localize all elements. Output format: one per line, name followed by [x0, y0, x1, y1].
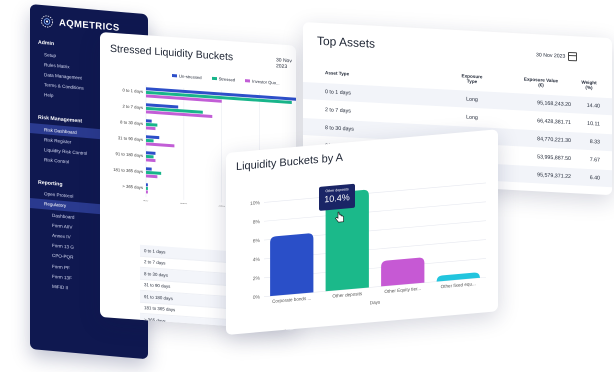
- bar-stressed[interactable]: [146, 122, 158, 127]
- y-tick-label: 4%: [253, 257, 261, 264]
- category-label: 31 to 90 days: [118, 135, 143, 142]
- cell-exposure-type: Long: [466, 114, 478, 121]
- y-tick-label: 10%: [250, 200, 261, 207]
- x-tick-label: 20%: [180, 202, 188, 208]
- category-label: 8 to 30 days: [120, 119, 143, 126]
- bar-investor[interactable]: [146, 126, 156, 131]
- row-label: 8 to 30 days: [144, 270, 168, 278]
- category-label: > 365 days: [122, 184, 143, 190]
- cell-weight: 10.11: [587, 120, 600, 128]
- top-assets-date-text: 30 Nov 2023: [536, 51, 566, 60]
- bar-stressed[interactable]: [146, 138, 154, 143]
- category-label: 181 to 365 days: [113, 167, 143, 174]
- x-category-label: Other Equity tier...: [384, 286, 421, 294]
- y-tick-label: 6%: [253, 238, 261, 245]
- legend-swatch: [211, 76, 217, 81]
- x-category-label: Other deposits: [332, 291, 363, 299]
- stressed-date-text: 30 Nov 2023: [276, 57, 292, 71]
- legend-swatch: [172, 73, 177, 78]
- row-label: 181 to 365 days: [144, 305, 176, 313]
- category-label: 2 to 7 days: [123, 104, 143, 110]
- row-label: 91 to 180 days: [144, 293, 173, 301]
- calendar-icon[interactable]: [568, 51, 578, 62]
- y-tick-label: 0%: [253, 294, 261, 301]
- header-exposure-type: Exposure Type: [461, 73, 483, 85]
- bar[interactable]: [270, 233, 314, 297]
- cell-weight: 8.33: [589, 138, 600, 146]
- bar-investor[interactable]: [146, 158, 156, 163]
- x-tick-label: 0%: [143, 199, 149, 204]
- y-tick-label: 2%: [253, 276, 261, 283]
- x-tick-label: 40%: [218, 204, 226, 210]
- row-label: 0 to 1 days: [144, 247, 166, 255]
- cell-asset-type: 8 to 30 days: [325, 124, 354, 133]
- bar-stressed[interactable]: [146, 170, 162, 175]
- cell-exposure-value: 66,428,381.71: [537, 117, 571, 126]
- category-label: 91 to 180 days: [116, 151, 143, 158]
- bar-investor[interactable]: [146, 142, 175, 148]
- row-label: 31 to 90 days: [144, 282, 171, 290]
- bar-investor[interactable]: [146, 174, 158, 179]
- stressed-card-title: Stressed Liquidity Buckets: [110, 42, 234, 64]
- bar-unstressed[interactable]: [146, 151, 156, 155]
- x-category-label: Other fixed equ...: [441, 281, 476, 289]
- category-label: 0 to 1 days: [123, 88, 143, 94]
- header-exposure-value: Exposure Value (€): [523, 76, 559, 88]
- grid-line: [264, 201, 486, 222]
- bar-stressed[interactable]: [146, 186, 148, 190]
- aqmetrics-logo-icon: [40, 15, 54, 28]
- cell-exposure-type: Long: [466, 96, 478, 103]
- bar-unstressed[interactable]: [146, 135, 160, 140]
- dashboard-collage: AQMETRICS Admin Setup Rules Matrix Data Man…: [0, 0, 614, 372]
- cell-exposure-value: 84,770,221.30: [537, 135, 571, 144]
- bar-unstressed[interactable]: [146, 119, 152, 123]
- legend-swatch: [245, 78, 251, 83]
- bar[interactable]: [381, 257, 425, 287]
- brand-name: AQMETRICS: [59, 17, 120, 34]
- legend-item[interactable]: Stressed: [211, 76, 236, 83]
- y-tick-label: 8%: [253, 219, 261, 226]
- bar-unstressed[interactable]: [146, 167, 152, 171]
- liquidity-card-title: Liquidity Buckets by A: [236, 151, 344, 174]
- cell-weight: 14.40: [586, 102, 600, 110]
- x-axis-label: Days: [370, 299, 381, 305]
- stressed-card-date[interactable]: 30 Nov 2023: [276, 57, 296, 70]
- bar-stressed[interactable]: [146, 154, 154, 159]
- x-category-label: Corporate bonds ...: [272, 296, 311, 304]
- cell-asset-type: 0 to 1 days: [325, 88, 351, 97]
- cell-weight: 6.40: [589, 174, 600, 182]
- header-weight: Weight (%): [581, 79, 597, 91]
- legend-label: Un-stressed: [179, 73, 202, 81]
- top-assets-date[interactable]: 30 Nov 2023: [536, 50, 578, 62]
- legend-label: Investor Quo...: [252, 78, 280, 86]
- cell-exposure-value: 95,168,243.20: [537, 99, 571, 108]
- row-label: 2 to 7 days: [144, 259, 166, 266]
- cell-weight: 7.67: [589, 156, 600, 164]
- legend-item[interactable]: Investor Quo...: [245, 78, 280, 86]
- top-assets-title: Top Assets: [317, 33, 376, 51]
- cell-exposure-value: 53,995,887.50: [537, 153, 571, 162]
- bar-investor[interactable]: [146, 190, 148, 194]
- liquidity-bar-chart: 0% 2% 4% 6% 8% 10% Corporate bonds ... Other de…: [250, 182, 486, 305]
- liquidity-buckets-card: Liquidity Buckets by A 0% 2% 4% 6% 8% 10% Corp…: [226, 129, 498, 335]
- chart-tooltip: Other deposits 10.4%: [319, 183, 355, 211]
- cell-exposure-value: 95,579,371.22: [537, 171, 571, 180]
- hand-cursor-icon: [335, 211, 344, 223]
- grid-line: [264, 182, 486, 203]
- bar-unstressed[interactable]: [146, 183, 148, 187]
- header-asset-type: Asset Type: [325, 70, 350, 77]
- legend-item[interactable]: Un-stressed: [172, 73, 202, 80]
- cell-asset-type: 2 to 7 days: [325, 106, 351, 115]
- legend-label: Stressed: [218, 76, 236, 83]
